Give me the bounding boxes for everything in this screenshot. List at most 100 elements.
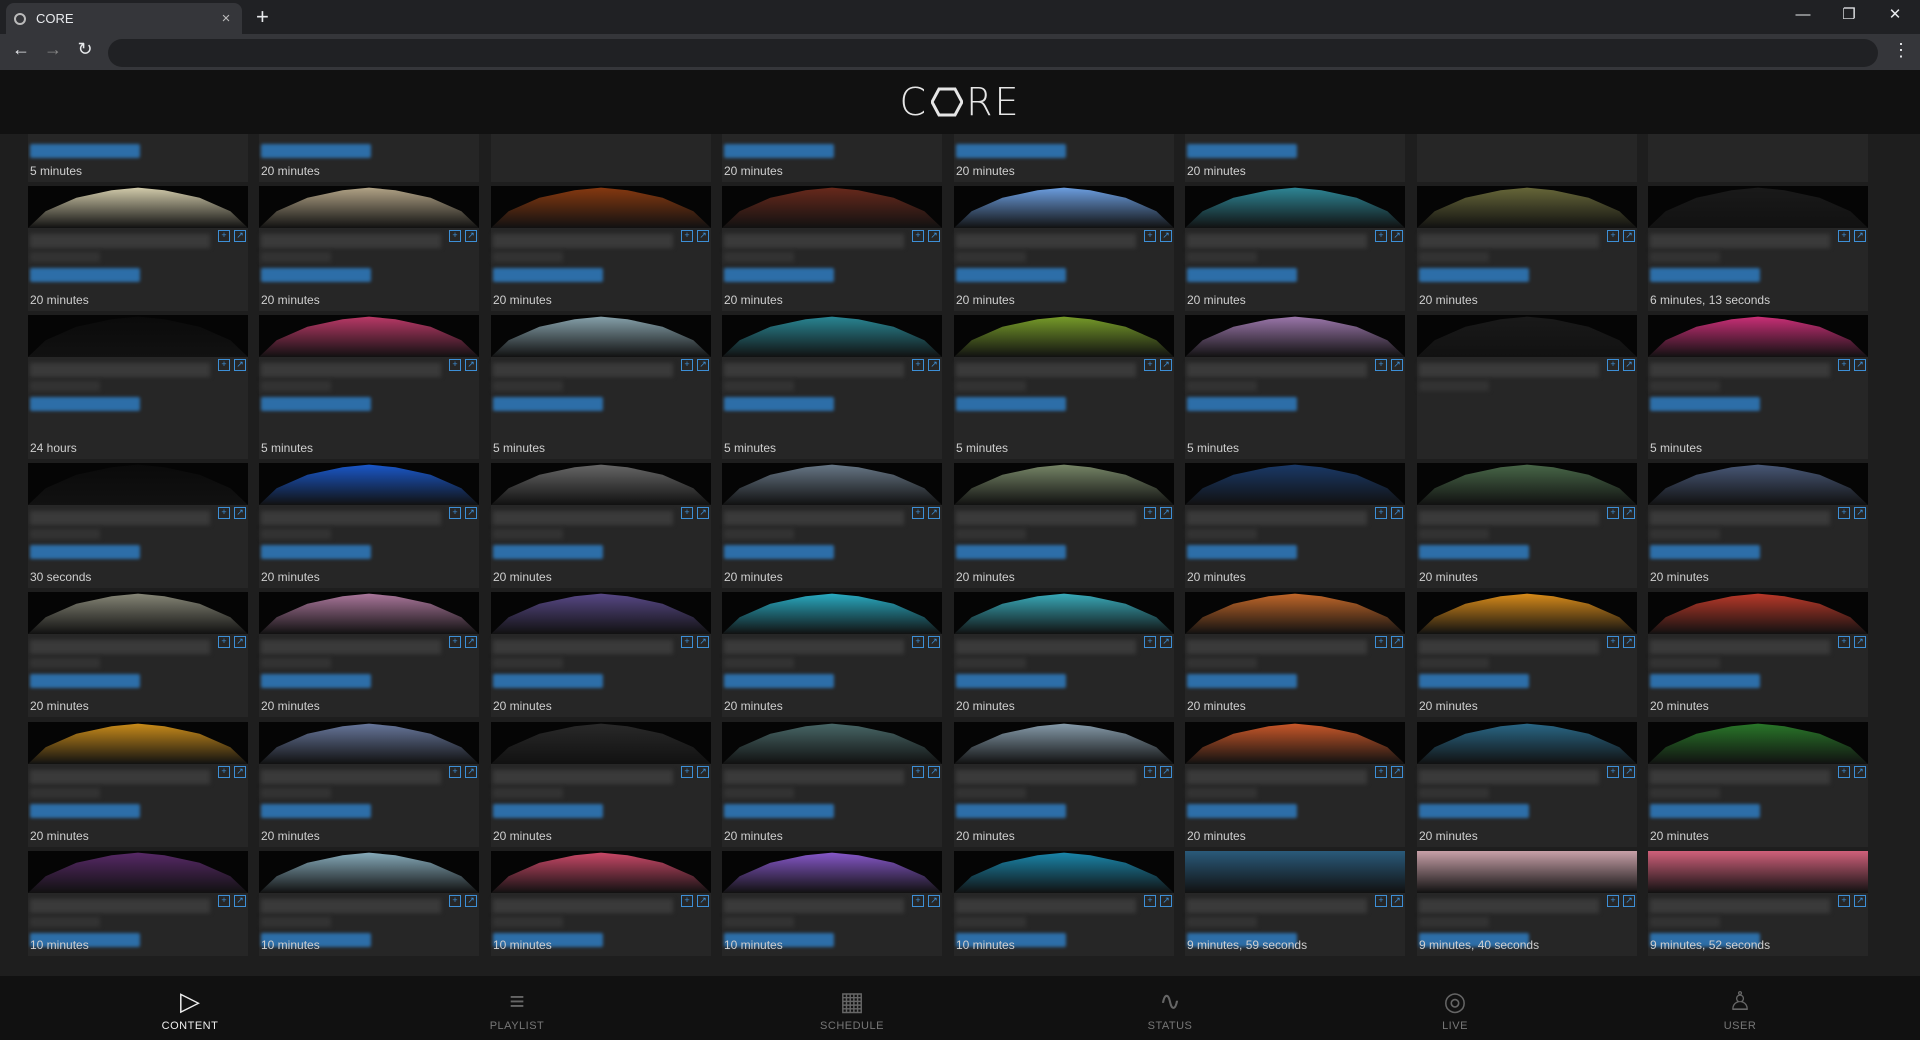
- add-to-playlist-icon[interactable]: +: [912, 636, 924, 648]
- forward-button[interactable]: →: [40, 39, 66, 60]
- content-thumbnail[interactable]: [1185, 722, 1405, 764]
- content-card[interactable]: + ↗ 20 minutes: [1185, 463, 1405, 588]
- content-thumbnail[interactable]: [259, 315, 479, 357]
- edit-icon[interactable]: ↗: [1160, 359, 1172, 371]
- add-to-playlist-icon[interactable]: +: [449, 230, 461, 242]
- add-to-playlist-icon[interactable]: +: [1375, 507, 1387, 519]
- add-to-playlist-icon[interactable]: +: [218, 766, 230, 778]
- edit-icon[interactable]: ↗: [465, 230, 477, 242]
- content-card[interactable]: + ↗ 30 seconds: [28, 463, 248, 588]
- content-thumbnail[interactable]: [1648, 592, 1868, 634]
- content-card[interactable]: + ↗ 20 minutes: [259, 463, 479, 588]
- add-to-playlist-icon[interactable]: +: [218, 507, 230, 519]
- edit-icon[interactable]: ↗: [1623, 766, 1635, 778]
- content-thumbnail[interactable]: [491, 851, 711, 893]
- add-to-playlist-icon[interactable]: +: [1838, 359, 1850, 371]
- edit-icon[interactable]: ↗: [234, 359, 246, 371]
- add-to-playlist-icon[interactable]: +: [681, 895, 693, 907]
- content-thumbnail[interactable]: [28, 592, 248, 634]
- content-card[interactable]: + ↗ 20 minutes: [1417, 463, 1637, 588]
- add-to-playlist-icon[interactable]: +: [1375, 636, 1387, 648]
- content-thumbnail[interactable]: [491, 186, 711, 228]
- edit-icon[interactable]: ↗: [465, 766, 477, 778]
- content-thumbnail[interactable]: [1648, 315, 1868, 357]
- content-thumbnail[interactable]: [259, 851, 479, 893]
- edit-icon[interactable]: ↗: [1160, 507, 1172, 519]
- edit-icon[interactable]: ↗: [1391, 507, 1403, 519]
- edit-icon[interactable]: ↗: [1623, 636, 1635, 648]
- content-thumbnail[interactable]: [954, 722, 1174, 764]
- content-card[interactable]: + ↗ 20 minutes: [1648, 592, 1868, 717]
- nav-status[interactable]: ∿ STATUS: [1100, 976, 1240, 1040]
- add-to-playlist-icon[interactable]: +: [1144, 636, 1156, 648]
- edit-icon[interactable]: ↗: [234, 507, 246, 519]
- content-card[interactable]: + ↗ 20 minutes: [1417, 722, 1637, 847]
- content-card[interactable]: + ↗ 20 minutes: [1648, 463, 1868, 588]
- content-card[interactable]: + ↗ 20 minutes: [491, 186, 711, 311]
- content-card[interactable]: + ↗ 9 minutes, 52 seconds: [1648, 851, 1868, 956]
- add-to-playlist-icon[interactable]: +: [681, 230, 693, 242]
- edit-icon[interactable]: ↗: [1391, 766, 1403, 778]
- content-card[interactable]: + ↗ 20 minutes: [722, 592, 942, 717]
- edit-icon[interactable]: ↗: [1160, 636, 1172, 648]
- content-thumbnail[interactable]: [722, 315, 942, 357]
- edit-icon[interactable]: ↗: [1391, 359, 1403, 371]
- content-thumbnail[interactable]: [259, 186, 479, 228]
- content-card[interactable]: [1417, 134, 1637, 182]
- add-to-playlist-icon[interactable]: +: [681, 359, 693, 371]
- content-card[interactable]: + ↗ 10 minutes: [954, 851, 1174, 956]
- content-card[interactable]: + ↗ 20 minutes: [28, 186, 248, 311]
- content-thumbnail[interactable]: [28, 463, 248, 505]
- edit-icon[interactable]: ↗: [697, 766, 709, 778]
- edit-icon[interactable]: ↗: [1391, 895, 1403, 907]
- content-card[interactable]: + ↗ 20 minutes: [954, 592, 1174, 717]
- edit-icon[interactable]: ↗: [1854, 895, 1866, 907]
- reload-button[interactable]: ↻: [72, 39, 98, 60]
- add-to-playlist-icon[interactable]: +: [1144, 895, 1156, 907]
- content-thumbnail[interactable]: [954, 851, 1174, 893]
- edit-icon[interactable]: ↗: [465, 507, 477, 519]
- content-thumbnail[interactable]: [1417, 722, 1637, 764]
- content-card[interactable]: + ↗ 20 minutes: [28, 592, 248, 717]
- content-thumbnail[interactable]: [722, 186, 942, 228]
- content-card[interactable]: + ↗ 5 minutes: [722, 315, 942, 459]
- content-thumbnail[interactable]: [1185, 315, 1405, 357]
- edit-icon[interactable]: ↗: [1623, 507, 1635, 519]
- add-to-playlist-icon[interactable]: +: [1838, 230, 1850, 242]
- add-to-playlist-icon[interactable]: +: [1607, 230, 1619, 242]
- edit-icon[interactable]: ↗: [697, 507, 709, 519]
- content-thumbnail[interactable]: [491, 315, 711, 357]
- content-thumbnail[interactable]: [1185, 463, 1405, 505]
- content-thumbnail[interactable]: [1185, 186, 1405, 228]
- content-thumbnail[interactable]: [722, 851, 942, 893]
- back-button[interactable]: ←: [8, 39, 34, 60]
- content-card[interactable]: + ↗ 20 minutes: [28, 722, 248, 847]
- edit-icon[interactable]: ↗: [465, 359, 477, 371]
- close-tab-icon[interactable]: ×: [218, 10, 234, 27]
- content-card[interactable]: + ↗ 20 minutes: [1185, 722, 1405, 847]
- add-to-playlist-icon[interactable]: +: [1838, 895, 1850, 907]
- edit-icon[interactable]: ↗: [697, 359, 709, 371]
- nav-schedule[interactable]: ▦ SCHEDULE: [782, 976, 922, 1040]
- content-card[interactable]: + ↗ 20 minutes: [491, 722, 711, 847]
- add-to-playlist-icon[interactable]: +: [1375, 895, 1387, 907]
- content-card[interactable]: + ↗ 9 minutes, 40 seconds: [1417, 851, 1637, 956]
- content-card[interactable]: + ↗ 5 minutes: [491, 315, 711, 459]
- add-to-playlist-icon[interactable]: +: [449, 895, 461, 907]
- content-thumbnail[interactable]: [954, 186, 1174, 228]
- edit-icon[interactable]: ↗: [1623, 359, 1635, 371]
- edit-icon[interactable]: ↗: [928, 507, 940, 519]
- content-card[interactable]: + ↗ 6 minutes, 13 seconds: [1648, 186, 1868, 311]
- add-to-playlist-icon[interactable]: +: [1375, 766, 1387, 778]
- edit-icon[interactable]: ↗: [697, 895, 709, 907]
- content-card[interactable]: + ↗ 20 minutes: [1648, 722, 1868, 847]
- edit-icon[interactable]: ↗: [465, 895, 477, 907]
- add-to-playlist-icon[interactable]: +: [1607, 895, 1619, 907]
- edit-icon[interactable]: ↗: [1391, 636, 1403, 648]
- content-thumbnail[interactable]: [1417, 186, 1637, 228]
- content-thumbnail[interactable]: [491, 722, 711, 764]
- content-card[interactable]: + ↗: [1417, 315, 1637, 459]
- add-to-playlist-icon[interactable]: +: [1375, 230, 1387, 242]
- edit-icon[interactable]: ↗: [697, 636, 709, 648]
- browser-tab[interactable]: CORE ×: [6, 3, 242, 34]
